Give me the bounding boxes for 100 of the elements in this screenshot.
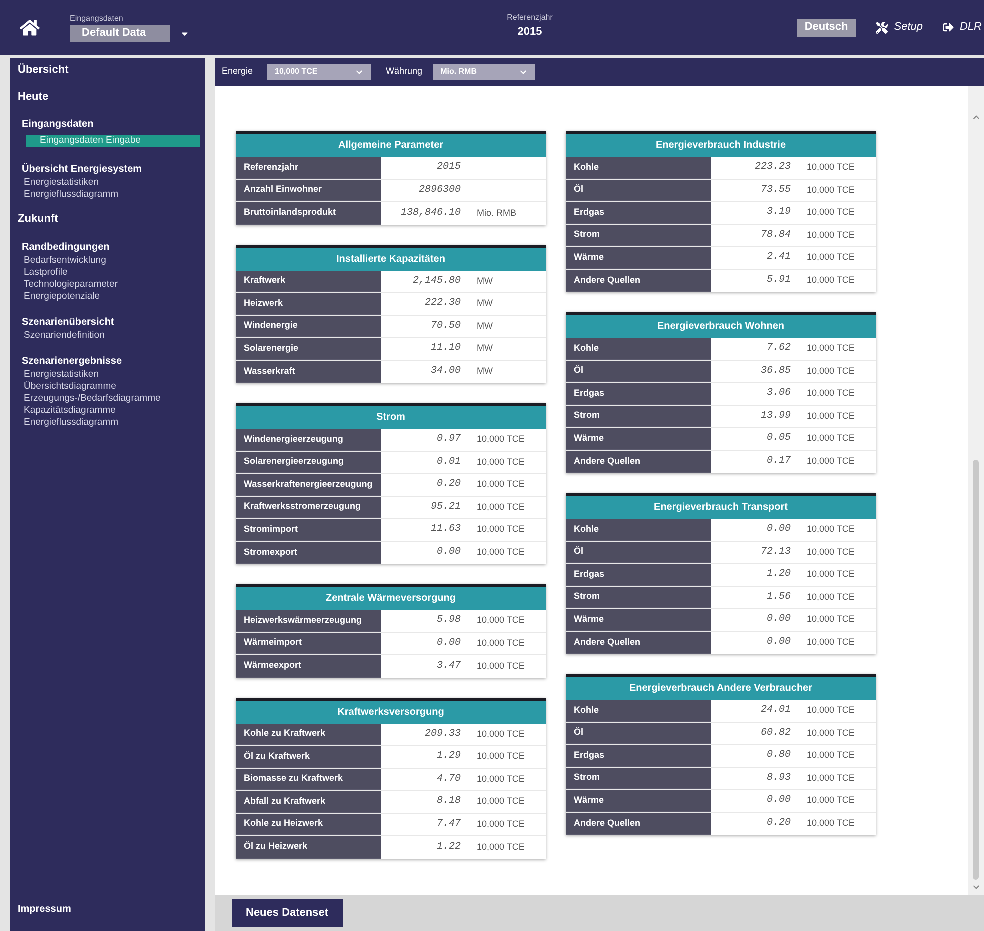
unit-label: 10,000 TCE [806, 410, 855, 422]
sidebar-item[interactable]: Szenarienübersicht [10, 314, 200, 330]
value-cell-text: 8.18 [436, 795, 461, 810]
scrollbar[interactable] [968, 86, 984, 895]
scroll-up-icon[interactable] [972, 114, 980, 121]
new-dataset-button[interactable]: Neues Datenset [232, 899, 343, 927]
setup-button[interactable]: Setup [876, 19, 923, 36]
value-cell-text: 0.97 [436, 433, 461, 448]
row-label: Öl [566, 180, 711, 201]
sidebar-item[interactable]: Technologieparameter [10, 278, 200, 290]
logout-button[interactable]: DLR [942, 19, 984, 36]
sidebar-item[interactable]: Energiestatistiken [10, 368, 200, 380]
table-title: Energieverbrauch Transport [566, 496, 876, 519]
row-label: Referenzjahr [236, 157, 381, 178]
reference-year-value: 2015 [518, 25, 542, 40]
sidebar-item[interactable]: Übersichtsdiagramme [10, 380, 200, 392]
unit-label: 10,000 TCE [806, 590, 855, 604]
value-cell-text: 0.00 [436, 636, 461, 651]
sidebar-item[interactable]: Übersicht Energiesystem [10, 162, 200, 177]
value-cell-text: 209.33 [424, 728, 461, 742]
unit-label: MW [476, 320, 493, 332]
unit-label: 10,000 TCE [476, 456, 525, 468]
value-cell-text: 0.17 [766, 455, 791, 470]
unit-label: 10,000 TCE [806, 342, 855, 355]
row-label: Kohle zu Heizwerk [236, 814, 381, 835]
row-label: Kohle [566, 700, 711, 722]
value-cell-text: 1.22 [436, 840, 461, 855]
unit-label: 10,000 TCE [806, 523, 855, 536]
sidebar-item[interactable]: Energieflussdiagramm [10, 189, 200, 201]
unit-label: 10,000 TCE [806, 251, 855, 264]
sidebar-item[interactable]: Energiepotenziale [10, 290, 200, 302]
row-label: Wärme [566, 247, 711, 268]
sidebar-footer-link[interactable]: Impressum [10, 902, 205, 917]
row-label: Strom [566, 224, 711, 246]
row-label: Solarenergieerzeugung [236, 452, 381, 473]
sidebar-item[interactable]: Szenariendefinition [10, 330, 200, 342]
reference-year-label: Referenzjahr [507, 12, 553, 24]
value-cell-text: 7.47 [436, 818, 461, 832]
unit-label: 10,000 TCE [476, 728, 525, 740]
value-cell-text: 72.13 [760, 546, 791, 560]
row-label: Stromexport [236, 542, 381, 564]
unit-label: MW [476, 342, 493, 355]
row-label: Heizwerk [236, 293, 381, 314]
value-cell-text: 2015 [436, 161, 461, 176]
row-label: Öl [566, 542, 711, 563]
row-label: Kohle zu Kraftwerk [236, 724, 381, 745]
unit-label: 10,000 TCE [476, 818, 525, 830]
row-label: Öl zu Heizwerk [236, 836, 381, 858]
energy-label: Energie [222, 65, 254, 78]
scroll-down-icon[interactable] [972, 884, 980, 891]
chevron-icon [356, 68, 364, 76]
sidebar-item[interactable]: Energieflussdiagramm [10, 416, 200, 428]
scroll-thumb[interactable] [973, 460, 979, 880]
table-title: Allgemeine Parameter [236, 134, 546, 157]
value-cell-text: 78.84 [760, 228, 791, 243]
unit-label: 10,000 TCE [806, 568, 855, 581]
sidebar-item[interactable]: Energiestatistiken [10, 177, 200, 189]
row-label: Kohle [566, 338, 711, 360]
table-title: Zentrale Wärmeversorgung [236, 587, 546, 610]
row-label: Andere Quellen [566, 632, 711, 654]
sidebar-item[interactable]: Übersicht [10, 62, 200, 78]
sidebar-item[interactable]: Eingangsdaten [10, 117, 200, 132]
sidebar-item[interactable]: Lastprofile [10, 266, 200, 278]
table-title: Installierte Kapazitäten [236, 248, 546, 270]
value-cell-text: 0.00 [766, 636, 791, 650]
value-cell-text: 11.63 [430, 523, 461, 538]
sidebar-item[interactable]: Randbedingungen [10, 240, 200, 254]
unit-label: 10,000 TCE [806, 704, 855, 717]
value-cell-text: 2,145.80 [412, 274, 461, 289]
sidebar-item[interactable]: Szenarienergebnisse [10, 354, 200, 368]
sidebar-item[interactable]: Zukunft [10, 211, 200, 228]
value-cell-text: 60.82 [760, 726, 791, 741]
value-cell-text: 5.91 [766, 274, 791, 288]
row-label: Öl [566, 722, 711, 744]
unit-label: 10,000 TCE [476, 750, 525, 763]
row-label: Wärmeexport [236, 655, 381, 678]
value-cell-text: 223.23 [754, 161, 791, 176]
unit-label: 10,000 TCE [806, 772, 855, 784]
row-label: Öl zu Kraftwerk [236, 746, 381, 768]
value-cell-text: 13.99 [760, 410, 791, 424]
unit-label: 10,000 TCE [476, 840, 525, 854]
value-cell-text: 73.55 [760, 184, 791, 198]
home-icon[interactable] [20, 18, 40, 36]
value-cell-text: 7.62 [766, 342, 791, 356]
unit-label: MW [476, 365, 493, 378]
table-title: Kraftwerksversorgung [236, 700, 546, 724]
sidebar-item[interactable]: Heute [10, 88, 200, 105]
row-label: Kraftwerk [236, 270, 381, 292]
unit-label: 10,000 TCE [806, 274, 855, 287]
row-label: Solarenergie [236, 338, 381, 360]
value-cell-text: 36.85 [760, 364, 791, 379]
unit-label: 10,000 TCE [806, 432, 855, 445]
row-label: Biomasse zu Kraftwerk [236, 768, 381, 790]
sidebar-item[interactable]: Bedarfsentwicklung [10, 254, 200, 266]
sidebar-item[interactable]: Kapazitätsdiagramme [10, 404, 200, 416]
row-label: Windenergie [236, 316, 381, 337]
table-title: Energieverbrauch Andere Verbraucher [566, 677, 876, 700]
row-label: Abfall zu Kraftwerk [236, 791, 381, 812]
sidebar-item[interactable]: Erzeugungs-/Bedarfsdiagramme [10, 392, 200, 404]
row-label: Erdgas [566, 745, 711, 766]
